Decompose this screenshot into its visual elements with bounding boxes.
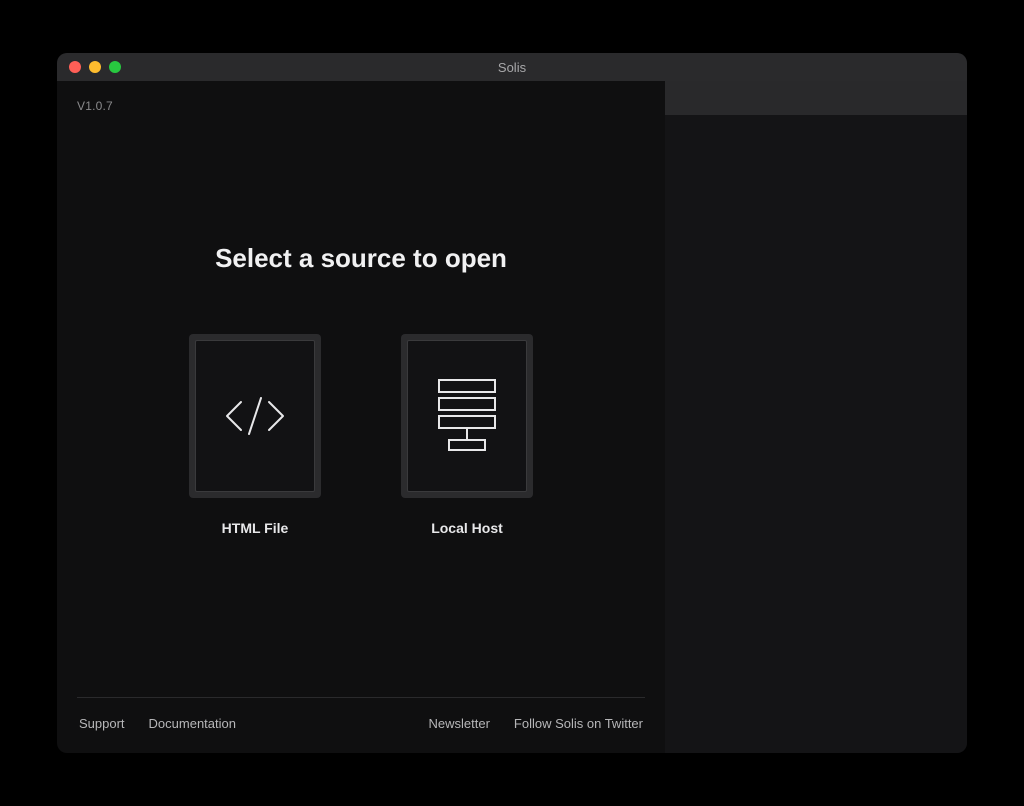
window-body: V1.0.7 Select a source to open [57,81,967,753]
window-title: Solis [57,60,967,75]
support-link[interactable]: Support [79,716,125,731]
maximize-window-button[interactable] [109,61,121,73]
option-card [189,334,321,498]
source-options: HTML File [189,334,533,536]
option-label: HTML File [222,520,289,536]
twitter-link[interactable]: Follow Solis on Twitter [514,716,643,731]
main-panel: V1.0.7 Select a source to open [57,81,665,753]
app-window: Solis V1.0.7 Select a source to open [57,53,967,753]
code-icon [221,392,289,440]
newsletter-link[interactable]: Newsletter [428,716,489,731]
option-html-file[interactable]: HTML File [189,334,321,536]
version-label: V1.0.7 [77,99,645,113]
footer-right: Newsletter Follow Solis on Twitter [428,716,643,731]
server-icon [435,378,499,454]
side-panel-tabs[interactable] [665,81,967,115]
page-heading: Select a source to open [215,243,507,274]
main-content: Select a source to open [77,113,645,697]
option-card [401,334,533,498]
minimize-window-button[interactable] [89,61,101,73]
close-window-button[interactable] [69,61,81,73]
side-panel [665,81,967,753]
option-local-host[interactable]: Local Host [401,334,533,536]
footer-left: Support Documentation [79,716,236,731]
option-card-inner [195,340,315,492]
titlebar[interactable]: Solis [57,53,967,81]
option-card-inner [407,340,527,492]
documentation-link[interactable]: Documentation [149,716,236,731]
traffic-lights [57,61,121,73]
footer: Support Documentation Newsletter Follow … [77,697,645,753]
option-label: Local Host [431,520,503,536]
